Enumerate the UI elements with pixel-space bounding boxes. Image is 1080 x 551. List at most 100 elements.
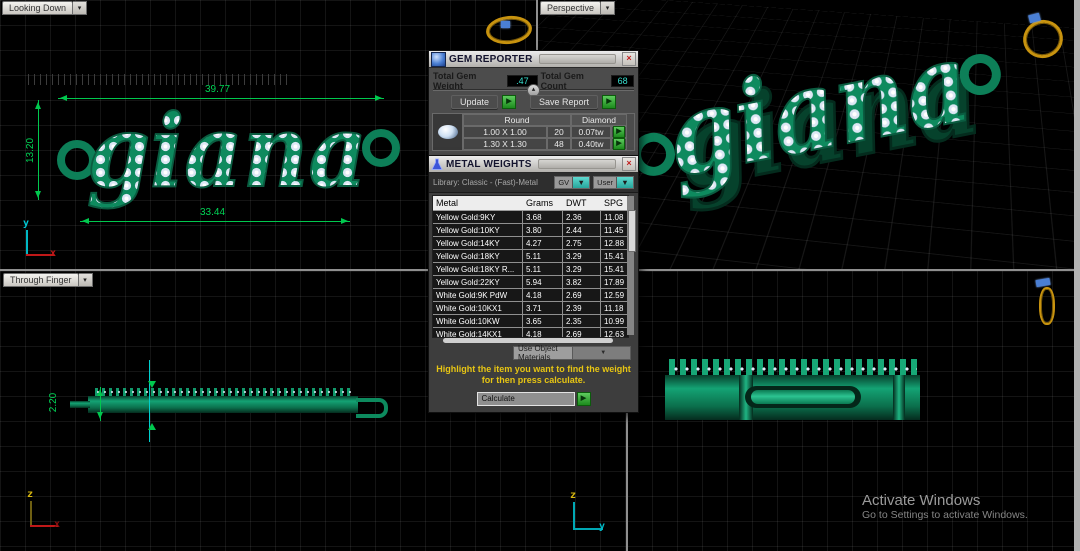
gem-thumbnail <box>433 114 463 150</box>
metal-cell-name[interactable]: Yellow Gold:22KY <box>433 276 523 289</box>
metal-cell-spg[interactable]: 11.45 <box>601 224 628 237</box>
metal-cell-spg[interactable]: 12.63 <box>601 328 628 337</box>
metal-cell-grams[interactable]: 5.11 <box>523 263 563 276</box>
update-play-icon[interactable]: ▶ <box>502 95 516 109</box>
horizontal-scrollbar[interactable] <box>443 338 613 343</box>
metal-cell-spg[interactable]: 15.41 <box>601 263 628 276</box>
gem-row-count[interactable]: 20 <box>547 126 571 138</box>
metal-cell-grams[interactable]: 4.18 <box>523 289 563 302</box>
metal-cell-name[interactable]: White Gold:9K PdW <box>433 289 523 302</box>
scrollbar-thumb[interactable] <box>627 210 636 252</box>
metal-cell-grams[interactable]: 3.71 <box>523 302 563 315</box>
col-header-spg[interactable]: SPG <box>601 196 628 211</box>
viewport-tab-perspective[interactable]: Perspective ▾ <box>540 1 616 15</box>
metal-cell-grams[interactable]: 5.94 <box>523 276 563 289</box>
gem-reporter-titlebar[interactable]: GEM REPORTER × <box>429 51 638 68</box>
metal-cell-name[interactable]: White Gold:10KX1 <box>433 302 523 315</box>
pendant-top-view[interactable]: giana <box>55 88 400 233</box>
metal-table[interactable]: Metal Grams DWT SPG Yellow Gold:9KY 3.68… <box>432 195 629 338</box>
metal-cell-name[interactable]: Yellow Gold:14KY <box>433 237 523 250</box>
total-gem-weight-label: Total Gem Weight <box>433 71 477 91</box>
gem-row-weight[interactable]: 0.07tw <box>571 126 611 138</box>
gv-dropdown-icon[interactable]: ▼ <box>572 177 590 188</box>
metal-cell-grams[interactable]: 4.27 <box>523 237 563 250</box>
metal-cell-dwt[interactable]: 2.44 <box>563 224 601 237</box>
titlebar-handle[interactable] <box>537 159 616 169</box>
dropdown-arrow-icon[interactable]: ▼ <box>571 347 630 359</box>
gem-row-count[interactable]: 48 <box>547 138 571 150</box>
viewport-tab-through-finger[interactable]: Through Finger ▾ <box>3 273 93 287</box>
gem-row-action[interactable]: ▶ <box>611 138 627 150</box>
total-gem-count-label: Total Gem Count <box>540 71 584 91</box>
ring-top-view[interactable] <box>484 13 534 47</box>
metal-cell-spg[interactable]: 12.59 <box>601 289 628 302</box>
titlebar-handle[interactable] <box>538 54 616 64</box>
col-header-grams[interactable]: Grams <box>523 196 563 211</box>
metal-cell-grams[interactable]: 3.80 <box>523 224 563 237</box>
metal-cell-name[interactable]: Yellow Gold:10KY <box>433 224 523 237</box>
metal-cell-spg[interactable]: 17.89 <box>601 276 628 289</box>
metal-cell-name[interactable]: Yellow Gold:9KY <box>433 211 523 224</box>
metal-cell-grams[interactable]: 4.18 <box>523 328 563 337</box>
col-header-dwt[interactable]: DWT <box>563 196 601 211</box>
pendant-side-gems <box>95 389 353 395</box>
user-dropdown-icon[interactable]: ▼ <box>616 177 633 188</box>
calculate-button[interactable]: Calculate <box>476 392 575 406</box>
materials-dropdown[interactable]: Use Object Materials ▼ <box>513 344 631 362</box>
update-button[interactable]: Update <box>450 95 498 109</box>
user-combo[interactable]: User ▼ <box>593 176 634 189</box>
gem-row-weight[interactable]: 0.40tw <box>571 138 611 150</box>
save-report-button[interactable]: Save Report <box>530 95 599 109</box>
metal-cell-spg[interactable]: 12.88 <box>601 237 628 250</box>
metal-cell-grams[interactable]: 5.11 <box>523 250 563 263</box>
ring-side-view[interactable] <box>1039 287 1055 325</box>
metal-cell-name[interactable]: White Gold:14KX1 <box>433 328 523 337</box>
detail-gems <box>671 365 917 374</box>
close-icon[interactable]: × <box>622 52 636 66</box>
metal-cell-dwt[interactable]: 3.29 <box>563 250 601 263</box>
metal-cell-spg[interactable]: 11.18 <box>601 302 628 315</box>
close-icon[interactable]: × <box>622 157 636 171</box>
ring-gem <box>1035 277 1051 288</box>
gem-shape-header: Round <box>463 114 571 126</box>
vertical-scrollbar[interactable] <box>627 196 636 335</box>
library-bar: Library: Classic - (Fast)-Metal GV ▼ Use… <box>429 173 638 193</box>
viewport-tab-dropdown-icon[interactable]: ▾ <box>601 1 616 15</box>
dimension-thickness-line <box>97 387 103 421</box>
metal-cell-grams[interactable]: 3.65 <box>523 315 563 328</box>
gem-table: Round Diamond 1.00 X 1.00 20 0.07tw ▶ 1.… <box>432 113 635 151</box>
metal-cell-dwt[interactable]: 2.75 <box>563 237 601 250</box>
metal-cell-grams[interactable]: 3.68 <box>523 211 563 224</box>
dimension-line-left <box>35 100 41 200</box>
pendant-side-bar[interactable] <box>88 396 358 413</box>
metal-cell-spg[interactable]: 15.41 <box>601 250 628 263</box>
calculate-play-icon[interactable]: ▶ <box>576 392 591 406</box>
metal-cell-spg[interactable]: 11.08 <box>601 211 628 224</box>
right-edge-strip <box>1074 0 1080 551</box>
gem-row-action[interactable]: ▶ <box>611 126 627 138</box>
total-gem-count-value: 68 <box>611 75 634 87</box>
metal-cell-dwt[interactable]: 2.69 <box>563 289 601 302</box>
metal-cell-name[interactable]: Yellow Gold:18KY <box>433 250 523 263</box>
metal-cell-dwt[interactable]: 2.36 <box>563 211 601 224</box>
metal-cell-spg[interactable]: 10.99 <box>601 315 628 328</box>
detail-slot-highlight <box>751 390 855 404</box>
metal-cell-dwt[interactable]: 3.82 <box>563 276 601 289</box>
metal-cell-dwt[interactable]: 2.39 <box>563 302 601 315</box>
gem-row-size[interactable]: 1.30 X 1.30 <box>463 138 547 150</box>
metal-cell-dwt[interactable]: 2.69 <box>563 328 601 337</box>
gem-row-size[interactable]: 1.00 X 1.00 <box>463 126 547 138</box>
metal-weights-titlebar[interactable]: METAL WEIGHTS × <box>429 156 638 173</box>
save-report-play-icon[interactable]: ▶ <box>602 95 617 109</box>
gv-combo[interactable]: GV ▼ <box>554 176 591 189</box>
metal-cell-dwt[interactable]: 3.29 <box>563 263 601 276</box>
metal-cell-name[interactable]: White Gold:10KW <box>433 315 523 328</box>
viewport-tab-looking-down[interactable]: Looking Down ▾ <box>2 1 88 15</box>
flask-icon <box>431 158 443 170</box>
col-header-metal[interactable]: Metal <box>433 196 523 211</box>
metal-cell-dwt[interactable]: 2.35 <box>563 315 601 328</box>
dimension-line-bottom <box>80 218 350 224</box>
viewport-tab-dropdown-icon[interactable]: ▾ <box>78 273 93 287</box>
metal-cell-name[interactable]: Yellow Gold:18KY R... <box>433 263 523 276</box>
viewport-tab-dropdown-icon[interactable]: ▾ <box>73 1 88 15</box>
